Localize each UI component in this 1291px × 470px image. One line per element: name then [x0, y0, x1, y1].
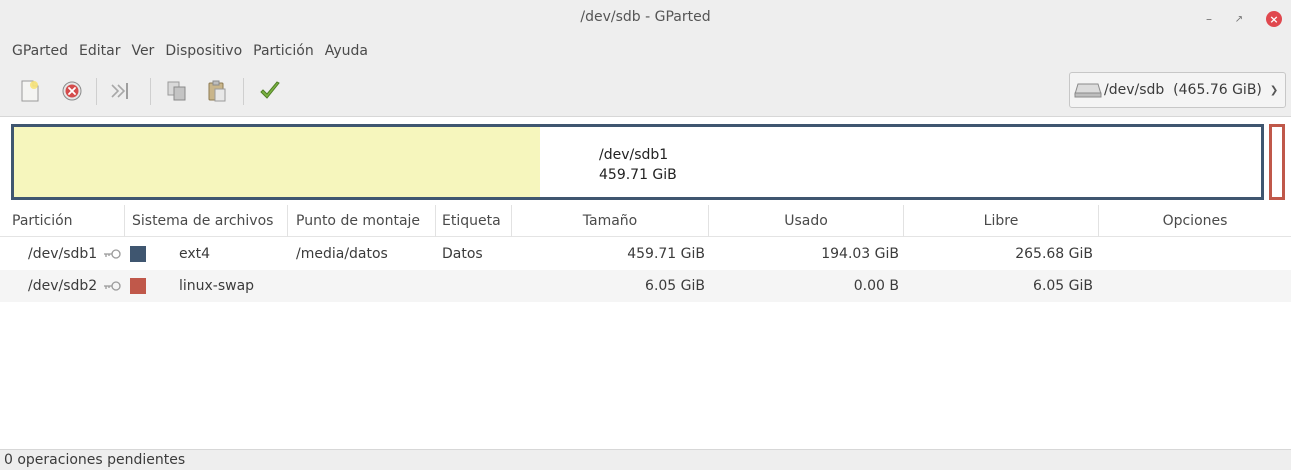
disk-map-partition-size: 459.71 GiB [599, 167, 677, 183]
column-header-usado[interactable]: Usado [709, 205, 904, 237]
partition-used-space [14, 127, 541, 197]
column-header-etiqueta[interactable]: Etiqueta [436, 205, 512, 237]
disk-map-partition-name: /dev/sdb1 [599, 147, 669, 163]
menu-ver[interactable]: Ver [131, 43, 154, 59]
hard-disk-icon [1074, 83, 1102, 98]
close-icon[interactable]: × [1264, 9, 1284, 29]
key-icon [104, 281, 121, 291]
chevron-down-icon: ❯ [1269, 84, 1279, 96]
key-icon [104, 249, 121, 259]
partition-table: Partición Sistema de archivos Punto de m… [0, 205, 1291, 449]
cell-filesystem: linux-swap [179, 278, 255, 294]
maximize-icon[interactable]: ↗ [1229, 9, 1249, 29]
column-header-tamano[interactable]: Tamaño [512, 205, 709, 237]
menu-gparted[interactable]: GParted [12, 43, 68, 59]
cell-free: 265.68 GiB [1015, 246, 1093, 262]
device-selector[interactable]: /dev/sdb (465.76 GiB) ❯ [1069, 72, 1286, 108]
paste-icon[interactable] [205, 79, 229, 103]
status-bar: 0 operaciones pendientes [0, 449, 1291, 470]
toolbar-separator [96, 78, 97, 105]
filesystem-color-swatch [130, 278, 146, 294]
cell-size: 459.71 GiB [627, 246, 705, 262]
column-header-particion[interactable]: Partición [0, 205, 125, 237]
filesystem-color-swatch [130, 246, 146, 262]
apply-icon[interactable] [258, 79, 282, 103]
cell-partition: /dev/sdb1 [28, 246, 98, 262]
status-text: 0 operaciones pendientes [4, 452, 186, 468]
device-selector-label: /dev/sdb (465.76 GiB) [1104, 82, 1262, 98]
column-header-sistema-archivos[interactable]: Sistema de archivos [125, 205, 288, 237]
menu-bar: GParted Editar Ver Dispositivo Partición… [0, 38, 1291, 64]
toolbar-separator [243, 78, 244, 105]
cell-label: Datos [442, 246, 483, 262]
title-bar: /dev/sdb - GParted – ↗ × [0, 0, 1291, 38]
minimize-icon[interactable]: – [1199, 9, 1219, 29]
menu-editar[interactable]: Editar [79, 43, 120, 59]
disk-map-partition-sdb1[interactable]: /dev/sdb1 459.71 GiB [11, 124, 1264, 200]
cell-size: 6.05 GiB [645, 278, 705, 294]
menu-dispositivo[interactable]: Dispositivo [165, 43, 242, 59]
delete-partition-icon[interactable] [60, 79, 84, 103]
toolbar-separator [150, 78, 151, 105]
window-title: /dev/sdb - GParted [580, 9, 711, 25]
column-header-opciones[interactable]: Opciones [1099, 205, 1291, 237]
resize-move-icon[interactable] [108, 79, 132, 103]
cell-filesystem: ext4 [179, 246, 211, 262]
menu-ayuda[interactable]: Ayuda [325, 43, 368, 59]
cell-used: 194.03 GiB [821, 246, 899, 262]
disk-map-partition-label: /dev/sdb1 459.71 GiB [599, 145, 677, 185]
disk-map-partition-sdb2[interactable] [1269, 124, 1285, 200]
cell-mountpoint: /media/datos [296, 246, 388, 262]
table-row[interactable]: /dev/sdb1 ext4 /media/datos Datos 459.71… [0, 238, 1291, 270]
column-header-punto-montaje[interactable]: Punto de montaje [288, 205, 436, 237]
cell-used: 0.00 B [853, 278, 899, 294]
table-header: Partición Sistema de archivos Punto de m… [0, 205, 1291, 237]
copy-icon[interactable] [165, 79, 189, 103]
menu-particion[interactable]: Partición [253, 43, 314, 59]
cell-partition: /dev/sdb2 [28, 278, 98, 294]
cell-free: 6.05 GiB [1033, 278, 1093, 294]
column-header-libre[interactable]: Libre [904, 205, 1099, 237]
new-partition-icon[interactable] [18, 79, 42, 103]
table-row[interactable]: /dev/sdb2 linux-swap 6.05 GiB 0.00 B 6.0… [0, 270, 1291, 302]
disk-map: /dev/sdb1 459.71 GiB [0, 117, 1291, 205]
